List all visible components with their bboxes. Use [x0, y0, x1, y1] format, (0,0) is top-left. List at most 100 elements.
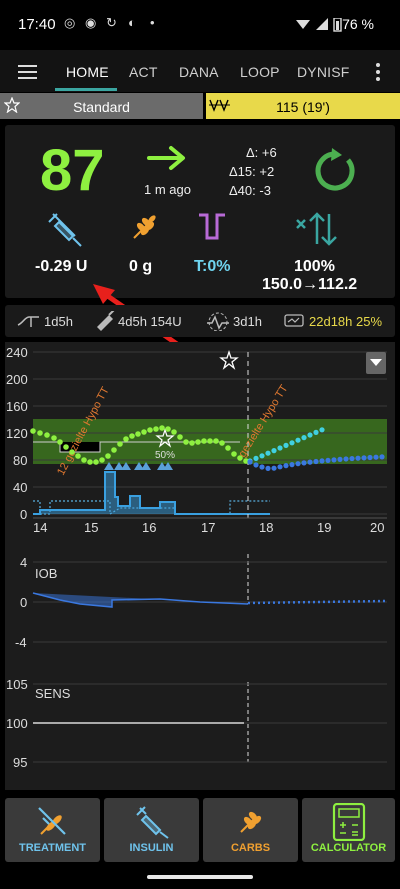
prediction-point — [373, 454, 379, 460]
iob-y-tick: 4 — [20, 555, 28, 570]
pump-battery: 22d18h 25% — [309, 314, 383, 329]
bg-reading — [69, 449, 75, 455]
profile-name: Standard — [73, 99, 130, 115]
carbs-icon[interactable] — [130, 212, 160, 242]
sens-graph-label: SENS — [35, 686, 71, 701]
temp-basal-value: T:0% — [194, 258, 231, 275]
prediction-point — [319, 427, 325, 433]
bg-reading — [37, 430, 43, 436]
temp-target-button[interactable]: 115 (19') — [206, 93, 400, 119]
loop-icon[interactable] — [312, 148, 358, 194]
autosens-percent: 100% — [294, 258, 335, 275]
carbs-button[interactable]: CARBS — [203, 798, 298, 862]
temp-target-value: 115 (19') — [276, 99, 330, 115]
y-tick: 240 — [6, 345, 28, 360]
insulin-icon — [97, 311, 115, 331]
bg-age: 1 m ago — [144, 182, 191, 197]
smb-label: 50% — [155, 450, 175, 461]
bg-reading — [135, 431, 141, 437]
sensor-age: 3d1h — [233, 314, 262, 329]
iob-graph-label: IOB — [35, 566, 58, 581]
prediction-point — [247, 459, 253, 465]
bg-reading — [159, 425, 165, 431]
syringe-icon — [136, 806, 169, 839]
prediction-point — [361, 455, 367, 461]
menu-icon[interactable] — [18, 65, 37, 67]
iob-value: -0.29 U — [35, 258, 88, 275]
syringe-icon[interactable] — [45, 210, 85, 250]
bg-reading — [51, 435, 57, 441]
prediction-point — [301, 435, 307, 441]
prediction-point — [289, 462, 295, 468]
treatment-button[interactable]: TREATMENT — [5, 798, 100, 862]
x-tick: 20 — [370, 520, 385, 535]
bg-reading — [165, 426, 171, 432]
bg-reading — [237, 455, 243, 461]
tab-dana[interactable]: DANA — [179, 64, 219, 80]
more-icon[interactable] — [376, 63, 380, 84]
tab-loop[interactable]: LOOP — [240, 64, 280, 80]
prediction-point — [379, 454, 385, 460]
bg-reading — [75, 453, 81, 459]
trend-arrow-icon — [147, 146, 185, 170]
bg-reading — [201, 438, 207, 444]
bg-reading — [87, 459, 93, 465]
prediction-point — [301, 460, 307, 466]
prediction-point — [355, 455, 361, 461]
bg-reading — [171, 429, 177, 435]
prediction-point — [277, 445, 283, 451]
prediction-point — [253, 462, 259, 468]
cannula-age: 1d5h — [44, 314, 73, 329]
prediction-point — [295, 437, 301, 443]
bg-reading — [117, 441, 123, 447]
prediction-point — [283, 463, 289, 469]
autosens-icon[interactable] — [295, 210, 339, 246]
delta-15: Δ15: +2 — [229, 164, 275, 179]
prediction-point — [277, 464, 283, 470]
cannula-icon — [17, 316, 39, 327]
bg-reading — [183, 439, 189, 445]
battery-percent: 76 % — [342, 16, 374, 32]
chrome-icon: ◉ — [85, 15, 97, 30]
bg-reading — [81, 457, 87, 463]
status-time: 17:40 — [18, 16, 56, 33]
bg-reading — [153, 426, 159, 432]
tab-home[interactable]: HOME — [66, 64, 109, 80]
bg-reading — [123, 436, 129, 442]
bg-graph[interactable]: 12 gezielte Hypo TT gezielte Hypo TT 50% — [0, 342, 400, 792]
prediction-point — [259, 464, 265, 470]
calculator-button[interactable]: CALCULATOR — [302, 798, 395, 862]
bg-reading — [93, 459, 99, 465]
bg-reading — [231, 451, 237, 457]
calculator-label: CALCULATOR — [310, 842, 387, 854]
tab-act[interactable]: ACT — [129, 64, 158, 80]
prediction-point — [349, 455, 355, 462]
tab-indicator — [55, 88, 117, 91]
bg-reading — [63, 444, 69, 450]
bg-value: 87 — [40, 138, 105, 203]
bg-reading — [111, 447, 117, 453]
carbs-icon — [240, 811, 262, 833]
y-tick: 120 — [6, 426, 28, 441]
dot-icon: • — [150, 15, 155, 30]
x-tick: 14 — [33, 520, 48, 535]
sens-y-tick: 100 — [6, 716, 28, 731]
temp-basal-icon[interactable] — [197, 212, 227, 242]
bg-reading — [44, 432, 50, 438]
sync-icon: ↻ — [106, 15, 117, 30]
bg-reading — [57, 439, 63, 445]
profile-button[interactable]: Standard — [0, 93, 203, 119]
prediction-point — [265, 465, 271, 471]
x-tick: 18 — [259, 520, 274, 535]
bg-reading — [147, 427, 153, 433]
carbs-label: CARBS — [230, 842, 271, 854]
bg-reading — [105, 453, 111, 459]
prediction-point — [343, 456, 349, 462]
iob-y-tick: -4 — [15, 635, 27, 650]
tab-dynisf[interactable]: DYNISF — [297, 64, 350, 80]
insulin-button[interactable]: INSULIN — [104, 798, 199, 862]
home-indicator[interactable] — [147, 875, 253, 879]
prediction-point — [271, 465, 277, 471]
y-tick: 200 — [6, 372, 28, 387]
treatment-icon — [38, 807, 66, 835]
